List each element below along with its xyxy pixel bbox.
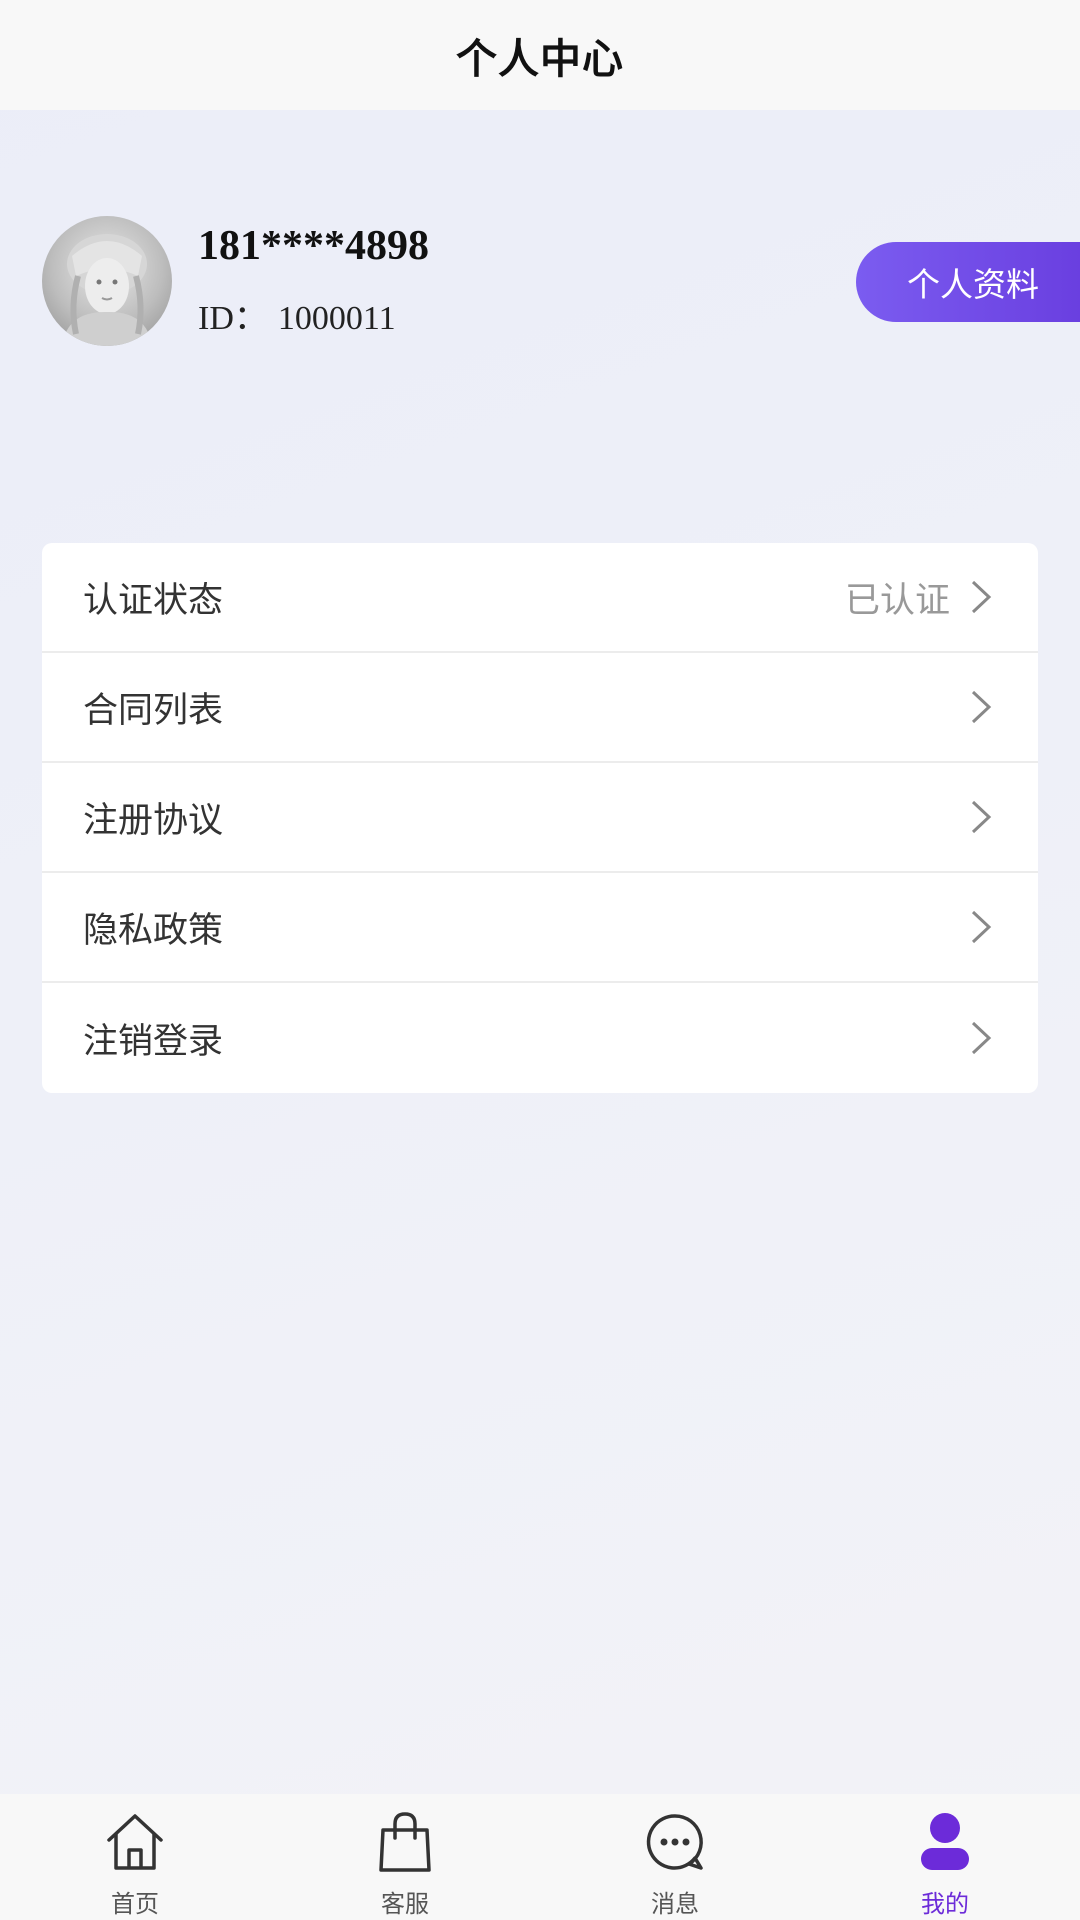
chevron-right-icon bbox=[971, 800, 992, 834]
menu-item-registration-agreement[interactable]: 注册协议 bbox=[42, 763, 1038, 873]
home-icon bbox=[107, 1814, 163, 1870]
chevron-right-icon bbox=[971, 1021, 992, 1055]
page-title: 个人中心 bbox=[456, 35, 624, 83]
menu-item-label: 注册协议 bbox=[83, 800, 224, 841]
profile-details-button[interactable]: 个人资料 bbox=[856, 242, 1080, 322]
verification-status-value: 已认证 bbox=[844, 580, 950, 621]
chevron-right-icon bbox=[971, 910, 992, 944]
shopping-bag-icon bbox=[379, 1812, 431, 1872]
tab-label: 消息 bbox=[651, 1890, 699, 1918]
menu-item-logout[interactable]: 注销登录 bbox=[42, 983, 1038, 1093]
user-icon bbox=[921, 1813, 969, 1870]
settings-menu: 认证状态 已认证 合同列表 注册协议 隐私政策 注销登录 bbox=[42, 543, 1038, 1093]
user-id: ID： 1000011 bbox=[198, 290, 396, 339]
profile-section: 181****4898 ID： 1000011 个人资料 bbox=[42, 216, 1080, 348]
tab-label: 客服 bbox=[381, 1890, 429, 1918]
user-phone: 181****4898 bbox=[198, 223, 429, 269]
chevron-right-icon bbox=[971, 690, 992, 724]
menu-item-label: 注销登录 bbox=[83, 1021, 224, 1062]
tab-home[interactable]: 首页 bbox=[0, 1794, 270, 1920]
tab-messages[interactable]: 消息 bbox=[540, 1794, 810, 1920]
menu-item-label: 合同列表 bbox=[83, 690, 224, 731]
tab-label: 首页 bbox=[111, 1890, 159, 1918]
top-bar: 个人中心 bbox=[0, 0, 1080, 110]
menu-item-verification-status[interactable]: 认证状态 已认证 bbox=[42, 543, 1038, 653]
tab-mine[interactable]: 我的 bbox=[810, 1794, 1080, 1920]
user-id-label: ID： bbox=[198, 300, 268, 337]
bottom-tab-bar: 首页 客服 消息 我的 bbox=[0, 1794, 1080, 1920]
menu-item-privacy-policy[interactable]: 隐私政策 bbox=[42, 873, 1038, 983]
menu-item-contract-list[interactable]: 合同列表 bbox=[42, 653, 1038, 763]
tab-customer-service[interactable]: 客服 bbox=[270, 1794, 540, 1920]
chat-bubble-icon bbox=[646, 1814, 703, 1870]
avatar-portrait-icon bbox=[62, 234, 152, 346]
tab-label: 我的 bbox=[921, 1890, 969, 1918]
menu-item-label: 隐私政策 bbox=[83, 910, 224, 951]
menu-item-label: 认证状态 bbox=[83, 580, 224, 621]
chevron-right-icon bbox=[971, 580, 992, 614]
avatar[interactable] bbox=[42, 216, 172, 346]
user-id-value: 1000011 bbox=[277, 300, 396, 337]
